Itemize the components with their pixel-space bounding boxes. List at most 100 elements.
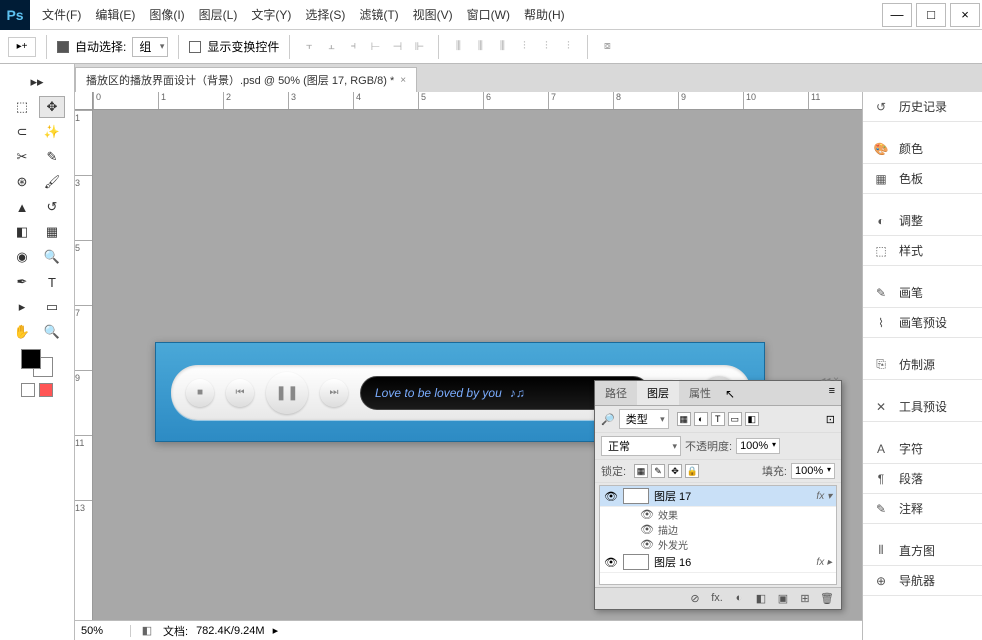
dock-brush-presets[interactable]: ⌇画笔预设 xyxy=(863,308,982,338)
menu-text[interactable]: 文字(Y) xyxy=(251,6,291,23)
move-tool-active[interactable]: ✥ xyxy=(39,96,65,118)
link-layers-icon[interactable]: ⊘ xyxy=(687,592,703,605)
ruler-horizontal[interactable]: 01234567891011 xyxy=(93,92,862,110)
visibility-icon[interactable]: 👁 xyxy=(604,556,618,569)
dock-character[interactable]: A字符 xyxy=(863,434,982,464)
menu-select[interactable]: 选择(S) xyxy=(305,6,345,23)
type-tool[interactable]: T xyxy=(39,271,65,293)
maximize-button[interactable]: □ xyxy=(916,3,946,27)
zoom-level[interactable]: 50% xyxy=(81,625,131,637)
mask-icon[interactable]: ◐ xyxy=(731,592,747,605)
menu-file[interactable]: 文件(F) xyxy=(42,6,81,23)
dock-notes[interactable]: ✎注释 xyxy=(863,494,982,524)
minimize-button[interactable]: — xyxy=(882,3,912,27)
panel-menu-icon[interactable]: ≡ xyxy=(823,381,841,405)
chevron-right-icon[interactable]: ▸ xyxy=(273,624,279,637)
hand-tool[interactable]: ✋ xyxy=(9,321,35,343)
filter-type-icon[interactable]: T xyxy=(711,412,725,426)
dock-history[interactable]: ↺历史记录 xyxy=(863,92,982,122)
fx-badge[interactable]: fx ▸ xyxy=(816,557,832,568)
dock-brush[interactable]: ✎画笔 xyxy=(863,278,982,308)
lock-all-icon[interactable]: 🔒 xyxy=(685,464,699,478)
lasso-tool[interactable]: ⊂ xyxy=(9,121,35,143)
lock-position-icon[interactable]: ✎ xyxy=(651,464,665,478)
quick-mask-toggle[interactable] xyxy=(0,383,74,397)
align-hcenter-icon[interactable]: ⊣ xyxy=(388,38,406,56)
heal-tool[interactable]: ⊛ xyxy=(9,171,35,193)
menu-view[interactable]: 视图(V) xyxy=(413,6,453,23)
distribute-icon[interactable]: ⫼ xyxy=(493,38,511,56)
distribute-icon[interactable]: ⫼ xyxy=(471,38,489,56)
filter-kind-dropdown[interactable]: 类型 xyxy=(619,409,669,429)
menu-window[interactable]: 窗口(W) xyxy=(467,6,510,23)
layer-row[interactable]: 👁 图层 17 ↖ fx ▾ xyxy=(600,486,836,507)
pen-tool[interactable]: ✒ xyxy=(9,271,35,293)
ruler-vertical[interactable]: 135791113 xyxy=(75,110,93,620)
menu-help[interactable]: 帮助(H) xyxy=(524,6,565,23)
visibility-icon[interactable]: 👁 xyxy=(604,490,618,503)
distribute-icon[interactable]: ⫶ xyxy=(559,38,577,56)
gradient-tool[interactable]: ▦ xyxy=(39,221,65,243)
distribute-icon[interactable]: ⫶ xyxy=(515,38,533,56)
dock-swatches[interactable]: ▦色板 xyxy=(863,164,982,194)
status-icon[interactable]: ◧ xyxy=(139,624,155,637)
zoom-tool[interactable]: 🔍 xyxy=(39,321,65,343)
lock-pixels-icon[interactable]: ▦ xyxy=(634,464,648,478)
tab-paths[interactable]: 路径 xyxy=(595,381,637,405)
crop-tool[interactable]: ✂ xyxy=(9,146,35,168)
eraser-tool[interactable]: ◧ xyxy=(9,221,35,243)
document-tab[interactable]: 播放区的播放界面设计（背景）.psd @ 50% (图层 17, RGB/8) … xyxy=(75,67,417,92)
align-left-icon[interactable]: ⊢ xyxy=(366,38,384,56)
layer-name[interactable]: 图层 16 xyxy=(654,554,691,570)
layer-name[interactable]: 图层 17 xyxy=(654,488,691,504)
wand-tool[interactable]: ✨ xyxy=(39,121,65,143)
history-brush-tool[interactable]: ↺ xyxy=(39,196,65,218)
group-icon[interactable]: ▣ xyxy=(775,592,791,605)
distribute-icon[interactable]: ⫼ xyxy=(449,38,467,56)
fill-adjust-icon[interactable]: ◧ xyxy=(753,592,769,605)
eyedropper-tool[interactable]: ✎ xyxy=(39,146,65,168)
dock-styles[interactable]: ⬚样式 xyxy=(863,236,982,266)
expand-icon[interactable]: ▸▸ xyxy=(24,71,50,93)
filter-smart-icon[interactable]: ◧ xyxy=(745,412,759,426)
filter-pixel-icon[interactable]: ▦ xyxy=(677,412,691,426)
fill-value[interactable]: 100% xyxy=(791,463,835,479)
trash-icon[interactable]: 🗑 xyxy=(819,592,835,605)
dock-histogram[interactable]: ⫴直方图 xyxy=(863,536,982,566)
path-tool[interactable]: ▸ xyxy=(9,296,35,318)
menu-filter[interactable]: 滤镜(T) xyxy=(359,6,398,23)
align-top-icon[interactable]: ⫟ xyxy=(300,38,318,56)
blend-mode-dropdown[interactable]: 正常 xyxy=(601,436,681,456)
layers-panel[interactable]: ◂◂ × 路径 图层 属性 ≡ 🔎 类型 ▦ ◐ T ▭ ◧ ⊡ 正常 不透明度… xyxy=(594,380,842,610)
lock-move-icon[interactable]: ✥ xyxy=(668,464,682,478)
shape-tool[interactable]: ▭ xyxy=(39,296,65,318)
align-bottom-icon[interactable]: ⫞ xyxy=(344,38,362,56)
opacity-value[interactable]: 100% xyxy=(736,438,780,454)
menu-image[interactable]: 图像(I) xyxy=(149,6,184,23)
align-vcenter-icon[interactable]: ⫠ xyxy=(322,38,340,56)
menu-layer[interactable]: 图层(L) xyxy=(199,6,238,23)
brush-tool[interactable]: 🖌 xyxy=(39,171,65,193)
layer-effect-row[interactable]: 👁外发光 xyxy=(600,537,836,552)
auto-select-checkbox[interactable] xyxy=(57,41,69,53)
align-right-icon[interactable]: ⊩ xyxy=(410,38,428,56)
fx-icon[interactable]: fx. xyxy=(709,592,725,605)
close-button[interactable]: × xyxy=(950,3,980,27)
dock-paragraph[interactable]: ¶段落 xyxy=(863,464,982,494)
kind-search-icon[interactable]: 🔎 xyxy=(601,413,615,426)
layer-row[interactable]: 👁 图层 16 fx ▸ xyxy=(600,552,836,573)
layers-tree[interactable]: 👁 图层 17 ↖ fx ▾ 👁效果 👁描边 👁外发光 👁 图层 16 fx ▸ xyxy=(599,485,837,585)
layer-effect-row[interactable]: 👁效果 xyxy=(600,507,836,522)
layer-thumb[interactable] xyxy=(623,488,649,504)
transform-checkbox[interactable] xyxy=(189,41,201,53)
color-swatches[interactable] xyxy=(21,349,53,377)
layer-thumb[interactable] xyxy=(623,554,649,570)
tab-layers[interactable]: 图层 xyxy=(637,381,679,405)
stamp-tool[interactable]: ▲ xyxy=(9,196,35,218)
filter-toggle[interactable]: ⊡ xyxy=(826,413,835,426)
fg-color-swatch[interactable] xyxy=(21,349,41,369)
filter-shape-icon[interactable]: ▭ xyxy=(728,412,742,426)
filter-adjust-icon[interactable]: ◐ xyxy=(694,412,708,426)
3d-mode-icon[interactable]: ⧇ xyxy=(598,38,616,56)
dock-navigator[interactable]: ⊕导航器 xyxy=(863,566,982,596)
